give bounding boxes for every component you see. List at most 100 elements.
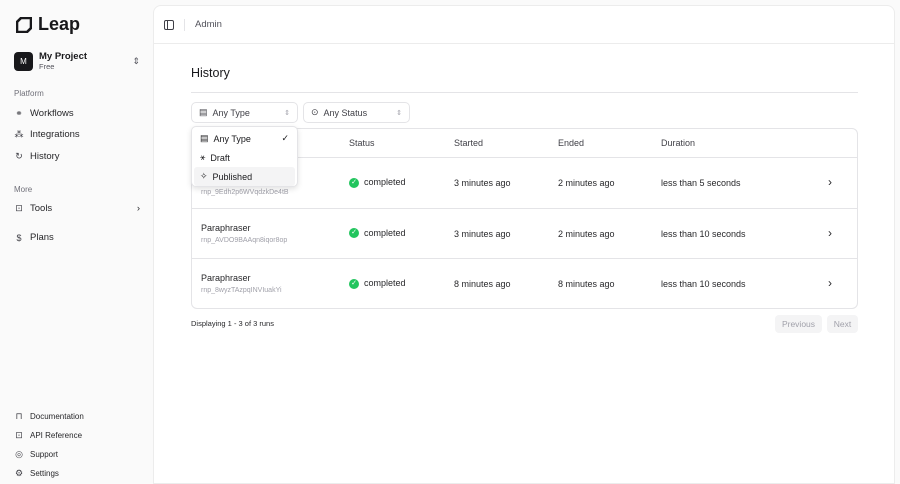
sidebar-item-tools[interactable]: ⊡ Tools › <box>14 203 140 214</box>
column-header: Started <box>454 138 484 148</box>
option-label: Published <box>212 171 253 182</box>
column-header: Ended <box>558 138 585 148</box>
sidebar-item-label: Support <box>30 450 59 459</box>
project-plan: Free <box>39 62 55 71</box>
sidebar-item-plans[interactable]: $ Plans <box>14 232 140 243</box>
page-title: History <box>191 66 230 80</box>
status-text: completed <box>364 227 406 238</box>
sidebar: Leap M My Project Free ⇕ Platform ⚭ Workfl… <box>0 0 152 484</box>
option-any-type[interactable]: ▤ Any Type ✓ <box>194 129 295 148</box>
next-button[interactable]: Next <box>827 315 858 333</box>
status-icon: ⊙ <box>311 107 319 117</box>
sidebar-toggle-icon[interactable] <box>164 19 174 30</box>
status-filter-value: Any Status <box>323 107 368 118</box>
sidebar-item-label: Settings <box>30 469 59 478</box>
status-filter[interactable]: ⊙ Any Status ⇕ <box>303 102 410 123</box>
draft-icon: ⚹ <box>200 152 206 162</box>
sidebar-item-integrations[interactable]: ⁂ Integrations <box>14 129 140 140</box>
ended-cell: 8 minutes ago <box>558 279 615 289</box>
type-dropdown-menu: ▤ Any Type ✓ ⚹ Draft ✧ Published <box>191 126 298 187</box>
duration-cell: less than 10 seconds <box>661 228 746 239</box>
section-more: More <box>14 185 33 194</box>
option-draft[interactable]: ⚹ Draft <box>194 148 295 167</box>
chevron-right-icon[interactable]: › <box>828 175 832 189</box>
started-cell: 3 minutes ago <box>454 178 511 188</box>
pagination-summary: Displaying 1 - 3 of 3 runs <box>191 319 274 328</box>
dollar-icon: $ <box>16 232 22 243</box>
sidebar-item-label: Tools <box>30 203 53 214</box>
option-label: Any Type <box>213 133 251 144</box>
started-cell: 8 minutes ago <box>454 279 511 289</box>
column-header: Status <box>349 138 375 148</box>
type-icon: ▤ <box>199 107 208 117</box>
status-cell: ✓ completed <box>349 177 406 188</box>
app-name: Leap <box>38 14 81 34</box>
chevrons-up-down-icon: ⇕ <box>284 109 290 117</box>
sidebar-item-label: Documentation <box>30 412 84 421</box>
check-circle-icon: ✓ <box>349 177 359 188</box>
divider <box>191 92 858 93</box>
previous-button[interactable]: Previous <box>775 315 822 333</box>
project-switcher[interactable]: M My Project Free ⇕ <box>14 51 140 71</box>
status-text: completed <box>364 177 406 187</box>
sidebar-item-settings[interactable]: ⚙ Settings <box>14 468 140 479</box>
breadcrumb[interactable]: Admin <box>195 19 222 30</box>
run-name: Paraphraser <box>201 222 251 233</box>
workflow-icon: ⚭ <box>15 108 23 118</box>
integrations-icon: ⁂ <box>14 129 24 139</box>
sidebar-item-label: Workflows <box>30 108 74 119</box>
sidebar-item-support[interactable]: ◎ Support <box>14 449 140 460</box>
sidebar-item-api-reference[interactable]: ⊡ API Reference <box>14 430 140 441</box>
run-name: Paraphraser <box>201 273 251 283</box>
leap-logo-icon <box>16 16 32 33</box>
table-row[interactable]: Paraphraser rnp_AVDO9BAAqn8iqor8op ✓ compl… <box>192 209 857 259</box>
status-cell: ✓ completed <box>349 228 406 239</box>
run-name-cell: Paraphraser rnp_AVDO9BAAqn8iqor8op <box>201 223 287 244</box>
check-icon: ✓ <box>281 133 289 143</box>
duration-cell: less than 5 seconds <box>661 178 741 188</box>
type-filter-value: Any Type <box>212 107 250 118</box>
chevron-right-icon[interactable]: › <box>828 226 832 240</box>
run-name-cell: Paraphraser rnp_8wyzTAzpqINVIuakYi <box>201 273 282 294</box>
type-icon: ▤ <box>200 133 209 143</box>
lifebuoy-icon: ◎ <box>15 449 23 459</box>
book-icon: ⊓ <box>15 411 23 421</box>
sidebar-item-workflows[interactable]: ⚭ Workflows <box>14 108 140 119</box>
avatar: M <box>14 51 33 71</box>
section-platform: Platform <box>14 89 44 98</box>
published-icon: ✧ <box>200 171 208 181</box>
terminal-icon: ⊡ <box>15 430 23 440</box>
sidebar-item-label: Integrations <box>30 129 80 140</box>
divider <box>184 18 185 31</box>
history-icon: ↻ <box>15 151 23 161</box>
chevrons-up-down-icon: ⇕ <box>396 109 402 117</box>
project-name: My Project <box>39 51 88 62</box>
run-id: rnp_AVDO9BAAqn8iqor8op <box>201 236 288 244</box>
ended-cell: 2 minutes ago <box>558 178 615 188</box>
sidebar-item-label: History <box>30 151 60 162</box>
duration-cell: less than 10 seconds <box>661 279 746 289</box>
run-id: rnp_8wyzTAzpqINVIuakYi <box>201 287 282 294</box>
option-label: Draft <box>210 152 230 163</box>
terminal-icon: ⊡ <box>15 203 23 213</box>
started-cell: 3 minutes ago <box>454 228 511 239</box>
chevron-right-icon[interactable]: › <box>828 276 832 290</box>
sidebar-item-history[interactable]: ↻ History <box>14 151 140 162</box>
status-cell: ✓ completed <box>349 278 406 289</box>
sidebar-item-label: Plans <box>30 232 54 243</box>
option-published[interactable]: ✧ Published <box>194 167 295 186</box>
chevron-right-icon: › <box>136 203 140 214</box>
gear-icon: ⚙ <box>14 468 24 478</box>
check-circle-icon: ✓ <box>349 278 359 289</box>
column-header: Duration <box>661 138 696 148</box>
ended-cell: 2 minutes ago <box>558 228 615 239</box>
main-panel: Admin History ▤ Any Type ⇕ ⊙ Any Status ⇕ St… <box>153 5 895 484</box>
sidebar-item-label: API Reference <box>30 431 83 440</box>
topbar: Admin <box>154 6 894 44</box>
table-row[interactable]: Paraphraser rnp_8wyzTAzpqINVIuakYi ✓ compl… <box>192 259 857 310</box>
check-circle-icon: ✓ <box>349 228 359 239</box>
status-text: completed <box>364 278 406 288</box>
logo[interactable]: Leap <box>16 14 80 35</box>
type-filter[interactable]: ▤ Any Type ⇕ <box>191 102 298 123</box>
sidebar-item-documentation[interactable]: ⊓ Documentation <box>14 411 140 422</box>
